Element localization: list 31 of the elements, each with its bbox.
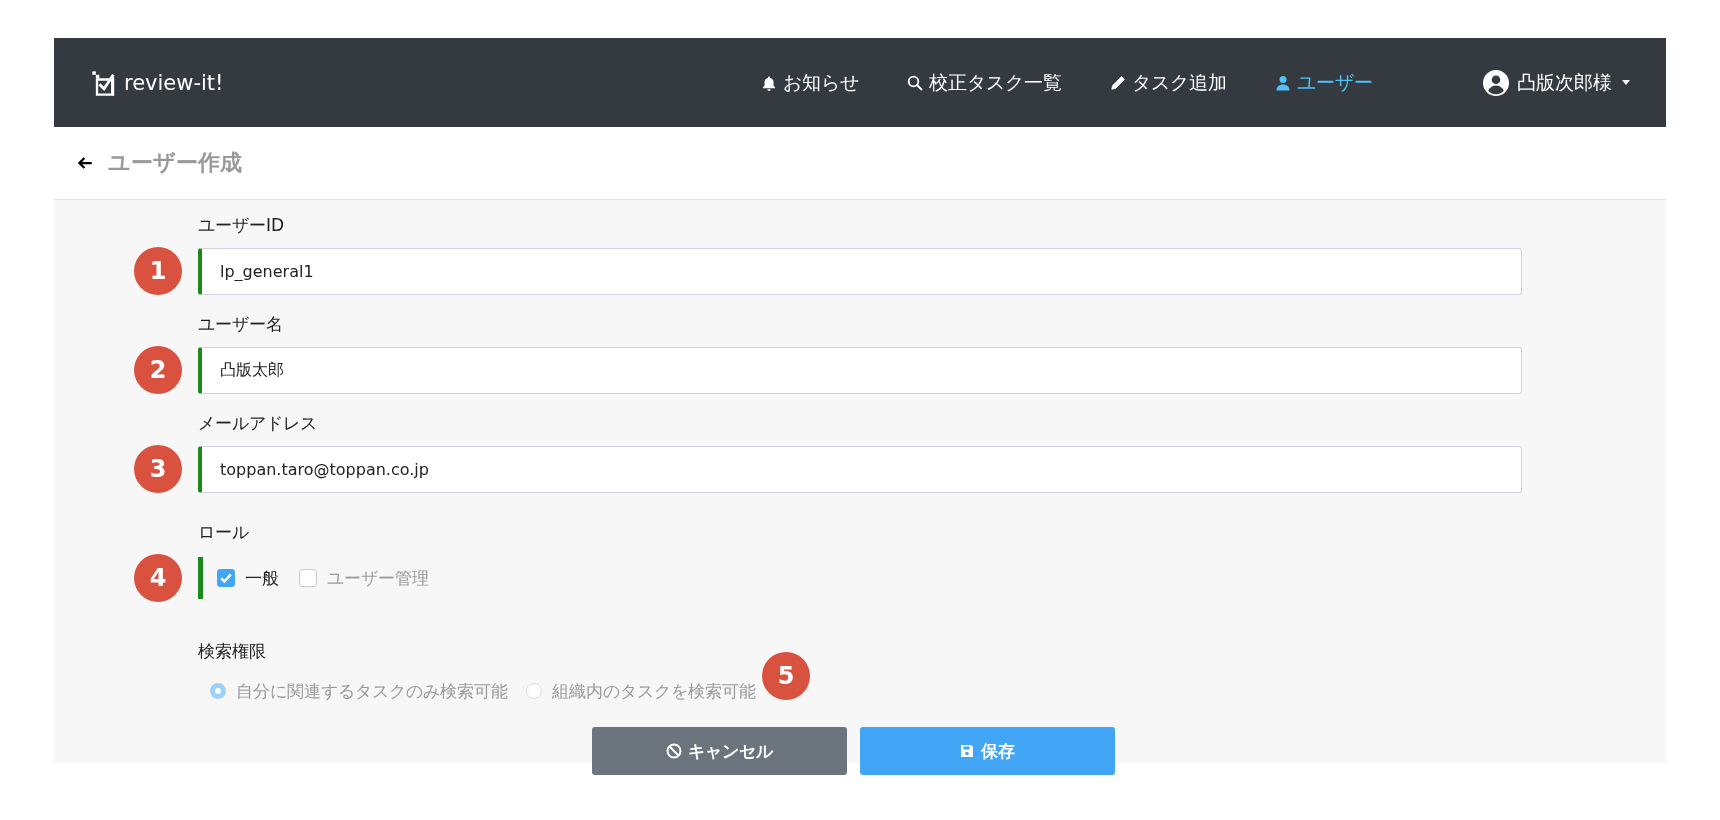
nav-link[interactable]: ユーザー — [1275, 69, 1373, 96]
input-field[interactable]: toppan.taro@toppan.co.jp — [198, 445, 1522, 493]
step-number-badge: 1 — [134, 247, 182, 295]
back-arrow-icon — [76, 154, 94, 172]
search-icon — [907, 74, 923, 91]
page-title: ユーザー作成 — [108, 149, 242, 177]
prohibited-icon — [665, 743, 682, 759]
step-number-badge: 2 — [134, 346, 182, 394]
nav-link[interactable]: お知らせ — [761, 69, 859, 96]
field-label: ユーザーID — [198, 214, 286, 237]
step-number-badge: 4 — [134, 554, 182, 602]
nav-link[interactable]: 校正タスク一覧 — [907, 69, 1062, 96]
account-menu[interactable]: 凸版次郎様 — [1483, 69, 1630, 96]
input-field[interactable]: lp_general1 — [198, 247, 1522, 295]
nav-link[interactable]: タスク追加 — [1110, 69, 1227, 96]
field-label: ロール — [198, 521, 250, 544]
step-number-badge: 5 — [762, 652, 810, 700]
input-field[interactable]: 凸版太郎 — [198, 346, 1522, 394]
avatar-icon — [1483, 69, 1509, 96]
field-label: メールアドレス — [198, 412, 318, 435]
caret-icon — [1622, 80, 1630, 85]
field-label: ユーザー名 — [198, 313, 284, 336]
brand-name[interactable]: review-it! — [124, 70, 224, 95]
checkbox-option[interactable]: 一般 — [217, 566, 279, 590]
cancel-button[interactable]: キャンセル — [591, 727, 847, 775]
user-icon — [1275, 74, 1291, 91]
step-number-badge: 3 — [134, 445, 182, 493]
pencil-icon — [1110, 74, 1126, 91]
bell-icon — [761, 74, 777, 91]
field-label: 検索権限 — [198, 640, 267, 663]
back-button[interactable] — [76, 154, 94, 172]
